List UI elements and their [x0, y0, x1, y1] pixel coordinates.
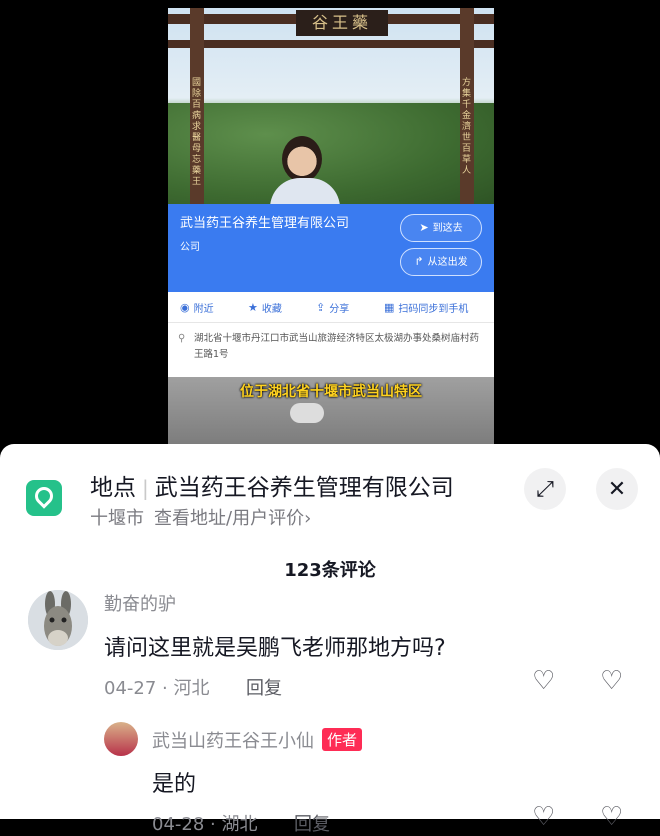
- person-head: [282, 136, 322, 182]
- location-icon: ◉: [180, 300, 190, 314]
- map-company-name: 武当药王谷养生管理有限公司: [180, 216, 350, 231]
- chevron-right-icon: ›: [304, 508, 312, 529]
- share-action[interactable]: ⇪ 分享: [304, 300, 372, 315]
- qr-icon: ▦: [384, 300, 395, 314]
- map-company-tag: 公司: [180, 242, 200, 253]
- reply-dislike-broken-heart-icon[interactable]: ♡: [600, 802, 623, 832]
- video-subtitle: 位于湖北省十堰市武当山特区: [240, 384, 422, 400]
- star-icon: ★: [248, 300, 258, 314]
- comment-sheet: 地点 | 武当药王谷养生管理有限公司 十堰市 查看地址/用户评价› ⤢ ✕ 123条评…: [0, 444, 660, 835]
- location-city: 十堰市: [90, 508, 144, 529]
- video-player[interactable]: 谷王藥 國除百病求醫母忘藥王 方集千金濟世百草人 武当药王谷养生管理有限公司 公…: [168, 8, 494, 444]
- close-icon: ✕: [607, 476, 627, 502]
- go-there-button[interactable]: ➤ 到这去: [400, 214, 482, 242]
- go-there-label: 到这去: [432, 223, 463, 234]
- right-couplet: 方集千金濟世百草人: [462, 78, 472, 176]
- route-icon: ↱: [414, 255, 424, 268]
- donkey-avatar-icon: [28, 590, 88, 650]
- comment-region: 河北: [173, 678, 210, 699]
- person-shoes: [290, 403, 324, 423]
- reply-avatar[interactable]: [104, 722, 138, 756]
- reply-like-heart-icon[interactable]: ♡: [532, 802, 555, 832]
- location-name: 武当药王谷养生管理有限公司: [154, 475, 454, 501]
- reply-date: 04-28: [152, 814, 205, 835]
- gate-lower-beam: [168, 40, 494, 48]
- map-place-card: 武当药王谷养生管理有限公司 公司 ➤ 到这去 ↱ 从这出发: [168, 204, 494, 292]
- nearby-label: 附近: [193, 303, 214, 315]
- map-action-bar: ◉ 附近 ★ 收藏 ⇪ 分享 ▦ 扫码同步到手机: [168, 292, 494, 323]
- location-subtitle[interactable]: 十堰市 查看地址/用户评价›: [90, 504, 311, 530]
- address-pin-icon: ⚲: [178, 333, 186, 344]
- view-address-link[interactable]: 查看地址/用户评价: [154, 508, 304, 529]
- share-icon: ⇪: [316, 300, 326, 314]
- comment-text[interactable]: 请问这里就是吴鹏飞老师那地方吗?: [104, 630, 446, 662]
- location-title[interactable]: 地点 | 武当药王谷养生管理有限公司: [90, 468, 454, 502]
- location-label: 地点: [90, 475, 136, 501]
- location-pin-icon: [26, 480, 62, 516]
- favorite-action[interactable]: ★ 收藏: [236, 300, 304, 315]
- author-badge: 作者: [322, 728, 363, 751]
- reply-reply-button[interactable]: 回复: [294, 810, 330, 836]
- reply-text[interactable]: 是的: [152, 766, 196, 798]
- close-button[interactable]: ✕: [596, 468, 638, 510]
- comment-date: 04-27: [104, 678, 157, 699]
- reply-region: 湖北: [221, 814, 258, 835]
- map-address-box: ⚲ 湖北省十堰市丹江口市武当山旅游经济特区太极湖办事处桑树庙村药王路1号: [168, 323, 494, 377]
- video-scene: 谷王藥 國除百病求醫母忘藥王 方集千金濟世百草人: [168, 8, 494, 218]
- gate-sign: 谷王藥: [296, 10, 388, 36]
- expand-button[interactable]: ⤢: [524, 468, 566, 510]
- comment-meta: 04-27 · 河北: [104, 678, 210, 699]
- left-couplet: 國除百病求醫母忘藥王: [192, 78, 202, 187]
- reply-button[interactable]: 回复: [246, 674, 282, 700]
- comment-count: 123条评论: [284, 560, 376, 581]
- expand-icon: ⤢: [536, 476, 554, 502]
- start-from-here-button[interactable]: ↱ 从这出发: [400, 248, 482, 276]
- reply-username-row: 武当山药王谷王小仙 作者: [152, 727, 363, 753]
- reply-meta: 04-28 · 湖北: [152, 814, 258, 835]
- like-heart-icon[interactable]: ♡: [532, 666, 555, 696]
- avatar[interactable]: [28, 590, 88, 650]
- dislike-broken-heart-icon[interactable]: ♡: [600, 666, 623, 696]
- scan-sync-label: 扫码同步到手机: [398, 303, 469, 315]
- favorite-label: 收藏: [261, 303, 282, 315]
- reply-username[interactable]: 武当山药王谷王小仙: [152, 731, 314, 752]
- start-from-here-label: 从这出发: [427, 257, 468, 268]
- map-address: 湖北省十堰市丹江口市武当山旅游经济特区太极湖办事处桑树庙村药王路1号: [194, 333, 480, 360]
- share-label: 分享: [329, 303, 350, 315]
- navigate-icon: ➤: [419, 221, 429, 234]
- scan-sync-action[interactable]: ▦ 扫码同步到手机: [372, 300, 468, 315]
- comment-username[interactable]: 勤奋的驴: [104, 590, 176, 616]
- nearby-action[interactable]: ◉ 附近: [168, 300, 236, 315]
